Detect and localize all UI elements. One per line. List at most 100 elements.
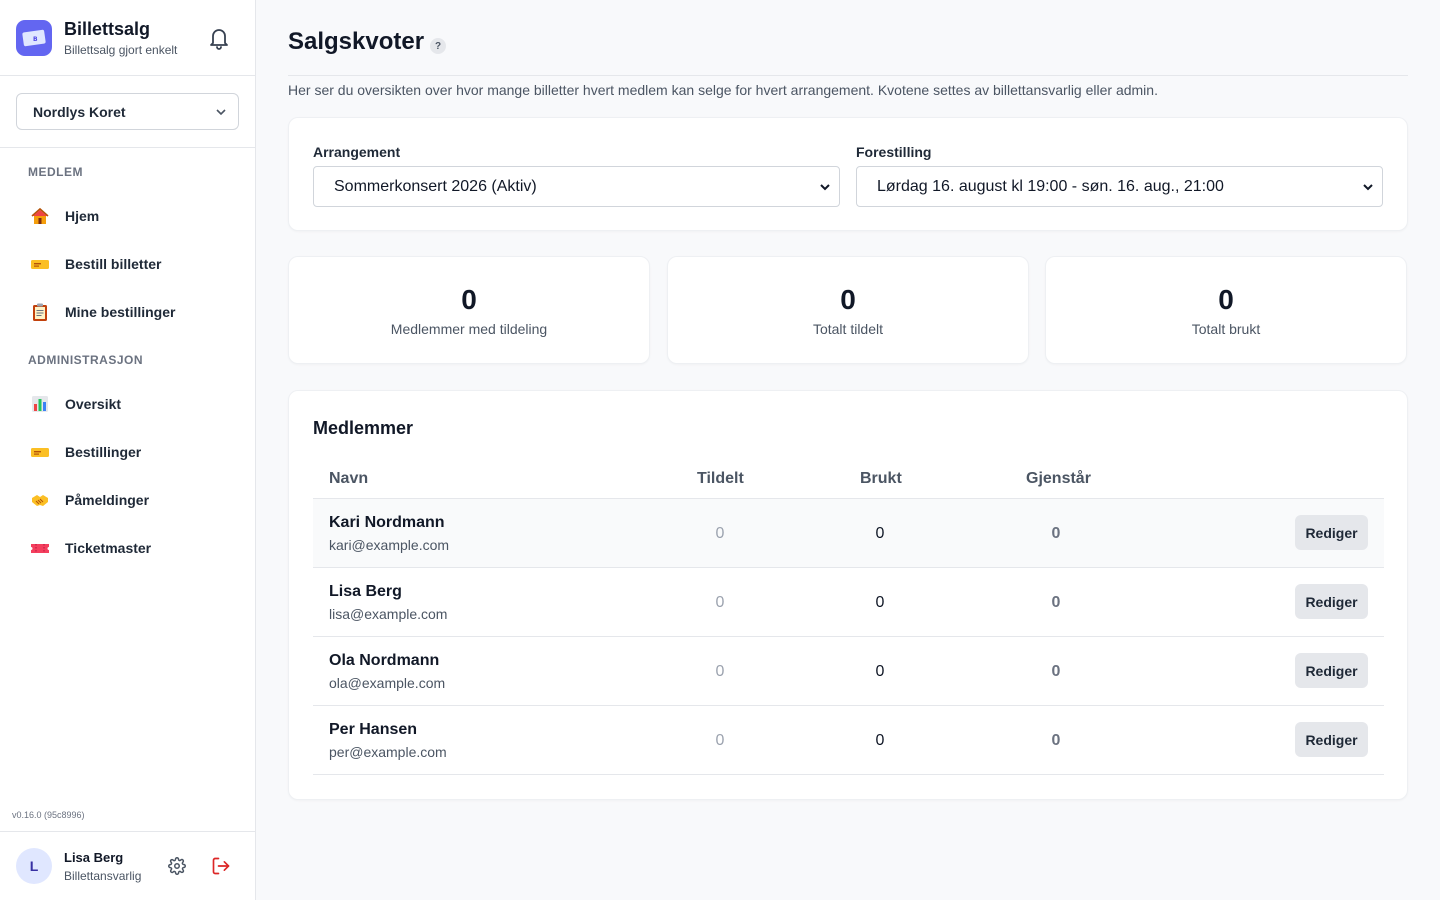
nav-section-label: ADMINISTRASJON [28, 353, 144, 367]
sidebar-item-label: Mine bestillinger [65, 304, 176, 320]
page-title: Salgskvoter [288, 28, 425, 55]
chevron-down-icon [216, 109, 226, 116]
remaining-value: 0 [1051, 663, 1061, 680]
nav-section-member: MEDLEM Hjem Bestill billetter Mine besti… [0, 165, 255, 336]
column-header-remaining: Gjenstår [1026, 470, 1091, 487]
app-version: v0.16.0 (95c8996) [12, 810, 85, 820]
filter-card: Arrangement Sommerkonsert 2026 (Aktiv) F… [288, 117, 1408, 231]
ticket-logo-icon: B [22, 29, 46, 46]
app-logo[interactable]: B [16, 19, 52, 56]
stat-label: Totalt brukt [1191, 321, 1261, 337]
member-email: lisa@example.com [329, 606, 448, 622]
avatar[interactable]: L [16, 848, 52, 884]
stat-card-members-assigned: 0 Medlemmer med tildeling [288, 256, 650, 364]
assigned-value: 0 [715, 594, 725, 611]
settings-gear-icon[interactable] [167, 856, 187, 876]
assigned-value: 0 [715, 732, 725, 749]
member-email: per@example.com [329, 744, 447, 760]
help-icon[interactable]: ? [430, 38, 446, 54]
event-select[interactable]: Sommerkonsert 2026 (Aktiv) [313, 166, 840, 207]
sidebar-item-label: Bestillinger [65, 444, 142, 460]
sidebar-item-label: Bestill billetter [65, 256, 162, 272]
sidebar-item-order-tickets[interactable]: Bestill billetter [0, 240, 255, 288]
chevron-down-icon [1363, 184, 1373, 191]
members-table: Navn Tildelt Brukt Gjenstår Kari Nordman… [313, 459, 1384, 775]
used-value: 0 [875, 663, 885, 680]
stat-value: 0 [461, 284, 477, 315]
user-name: Lisa Berg [64, 849, 124, 865]
admission-ticket-icon [30, 538, 50, 558]
stat-card-total-used: 0 Totalt brukt [1045, 256, 1407, 364]
show-select-value: Lørdag 16. august kl 19:00 - søn. 16. au… [877, 177, 1224, 195]
clipboard-icon [30, 302, 50, 322]
sidebar-item-label: Oversikt [65, 396, 122, 412]
member-name: Kari Nordmann [329, 514, 445, 531]
members-title: Medlemmer [313, 418, 414, 438]
stat-label: Totalt tildelt [812, 321, 884, 337]
sidebar-item-overview[interactable]: Oversikt [0, 380, 255, 428]
stat-label: Medlemmer med tildeling [390, 321, 548, 337]
handshake-icon [30, 490, 50, 510]
remaining-value: 0 [1051, 525, 1061, 542]
remaining-value: 0 [1051, 732, 1061, 749]
member-name: Ola Nordmann [329, 652, 440, 669]
logo-letter: B [33, 36, 38, 43]
assigned-value: 0 [715, 663, 725, 680]
edit-button[interactable]: Rediger [1295, 653, 1368, 688]
event-select-label: Arrangement [313, 144, 401, 160]
member-email: kari@example.com [329, 537, 450, 553]
organization-select-wrap: Nordlys Koret [0, 76, 255, 148]
table-row: Lisa Berg lisa@example.com 0 0 0 Rediger [313, 568, 1384, 637]
sidebar-item-my-orders[interactable]: Mine bestillinger [0, 288, 255, 336]
column-header-name: Navn [329, 470, 369, 487]
edit-button[interactable]: Rediger [1295, 515, 1368, 550]
nav-section-admin: ADMINISTRASJON Oversikt Bestillinger Påm… [0, 353, 255, 572]
member-name: Lisa Berg [329, 583, 402, 600]
organization-selected-label: Nordlys Koret [33, 103, 126, 120]
house-icon [30, 206, 50, 226]
organization-select[interactable]: Nordlys Koret [16, 93, 239, 130]
page-header: Salgskvoter ? [288, 0, 1408, 76]
column-header-assigned: Tildelt [697, 470, 744, 487]
table-row: Per Hansen per@example.com 0 0 0 Rediger [313, 706, 1384, 775]
member-name: Per Hansen [329, 721, 418, 738]
show-select-label: Forestilling [856, 144, 932, 160]
sidebar-item-label: Ticketmaster [65, 540, 152, 556]
sidebar-item-label: Påmeldinger [65, 492, 150, 508]
event-select-value: Sommerkonsert 2026 (Aktiv) [334, 177, 537, 195]
nav-section-label: MEDLEM [28, 165, 83, 179]
user-role: Billettansvarlig [64, 868, 142, 883]
main-content: Salgskvoter ? Her ser du oversikten over… [256, 0, 1440, 900]
edit-button[interactable]: Rediger [1295, 722, 1368, 757]
sidebar-item-label: Hjem [65, 208, 100, 224]
app-title: Billettsalg [64, 18, 151, 39]
sidebar: B Billettsalg Billettsalg gjort enkelt N… [0, 0, 256, 900]
members-card: Medlemmer Navn Tildelt Brukt Gjenstår Ka… [288, 390, 1408, 800]
ticket-icon [30, 442, 50, 462]
sidebar-item-orders[interactable]: Bestillinger [0, 428, 255, 476]
app-subtitle: Billettsalg gjort enkelt [64, 42, 178, 57]
used-value: 0 [875, 732, 885, 749]
member-email: ola@example.com [329, 675, 446, 691]
logout-icon[interactable] [211, 856, 231, 876]
used-value: 0 [875, 594, 885, 611]
show-select[interactable]: Lørdag 16. august kl 19:00 - søn. 16. au… [856, 166, 1383, 207]
chevron-down-icon [820, 184, 830, 191]
sidebar-item-registrations[interactable]: Påmeldinger [0, 476, 255, 524]
edit-button[interactable]: Rediger [1295, 584, 1368, 619]
sidebar-item-ticketmaster[interactable]: Ticketmaster [0, 524, 255, 572]
stat-value: 0 [840, 284, 856, 315]
page-description: Her ser du oversikten over hvor mange bi… [288, 82, 1158, 98]
brand-header: B Billettsalg Billettsalg gjort enkelt [0, 0, 255, 76]
used-value: 0 [875, 525, 885, 542]
table-row: Kari Nordmann kari@example.com 0 0 0 Red… [313, 499, 1384, 568]
remaining-value: 0 [1051, 594, 1061, 611]
assigned-value: 0 [715, 525, 725, 542]
ticket-icon [30, 254, 50, 274]
stat-card-total-assigned: 0 Totalt tildelt [667, 256, 1029, 364]
bar-chart-icon [30, 394, 50, 414]
sidebar-item-home[interactable]: Hjem [0, 192, 255, 240]
stat-value: 0 [1218, 284, 1234, 315]
notifications-bell-icon[interactable] [208, 26, 230, 50]
column-header-used: Brukt [860, 470, 902, 487]
